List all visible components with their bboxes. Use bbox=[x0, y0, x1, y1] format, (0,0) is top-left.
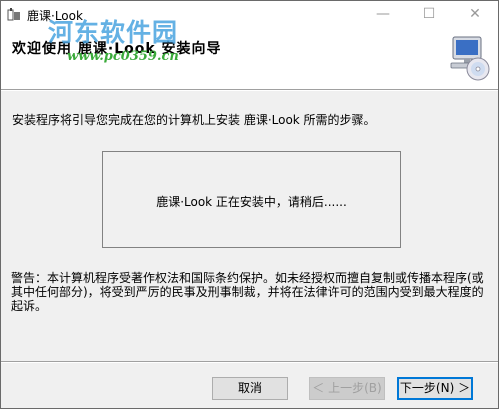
header-divider bbox=[1, 89, 498, 91]
watermark-logo: 河东软件园 bbox=[48, 18, 179, 47]
next-button[interactable]: 下一步(N) ＞ bbox=[397, 377, 473, 400]
minimize-button[interactable]: — bbox=[360, 1, 406, 29]
app-icon bbox=[7, 8, 20, 21]
cancel-button[interactable]: 取消 bbox=[212, 377, 288, 400]
maximize-button[interactable]: ☐ bbox=[406, 1, 452, 29]
installer-window: 鹿课·Look — ☐ ✕ 欢迎使用 鹿课·Look 安装向导 河东软件园 ww… bbox=[0, 0, 499, 409]
footer-divider bbox=[1, 361, 498, 363]
install-status-text: 鹿课·Look 正在安装中，请稍后...... bbox=[156, 195, 347, 209]
copyright-warning: 警告：本计算机程序受著作权法和国际条约保护。如未经授权而擅自复制或传播本程序(或… bbox=[11, 271, 484, 313]
back-button[interactable]: ＜ 上一步(B) bbox=[309, 377, 385, 400]
intro-text: 安装程序将引导您完成在您的计算机上安装 鹿课·Look 所需的步骤。 bbox=[12, 113, 376, 127]
watermark-url: www.pc0359.cn bbox=[67, 49, 179, 64]
install-status-box: 鹿课·Look 正在安装中，请稍后...... bbox=[102, 151, 401, 248]
computer-cd-icon bbox=[450, 36, 490, 81]
close-button[interactable]: ✕ bbox=[452, 1, 498, 29]
